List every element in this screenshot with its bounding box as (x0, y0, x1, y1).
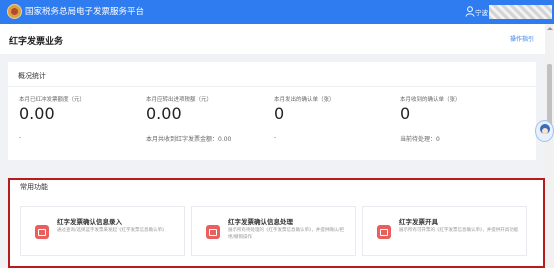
page-scrollbar[interactable] (545, 24, 554, 268)
tile-red-invoice-entry[interactable]: 红字发票确认信息录入 通过查询/选择蓝字发票来发起《红字发票信息确认单》 (20, 206, 185, 256)
stat-sent-confirmations: 本月发出的确认单（张） 0 - (274, 95, 399, 141)
overview-title: 概况统计 (18, 72, 46, 80)
common-functions-title: 常用功能 (20, 183, 48, 191)
user-icon[interactable] (465, 6, 475, 17)
divider (8, 86, 536, 87)
stat-received-confirmations: 本月收到的确认单（张） 0 当前待处理：0 (400, 95, 525, 143)
stat-label: 本月已红冲发票额度（元） (19, 97, 86, 103)
page-title: 红字发票业务 (9, 37, 64, 47)
stat-label: 本月应转出进项税额（元） (146, 97, 213, 103)
tax-bureau-logo (7, 4, 22, 19)
stat-value: 0.00 (19, 104, 55, 123)
stat-red-invoice-amount: 本月已红冲发票额度（元） 0.00 - (19, 95, 144, 141)
tile-red-invoice-issue[interactable]: 红字发票开具 展示所有可开票的《红字发票信息确认单》，并提供开具功能 (362, 206, 527, 256)
scroll-up-arrow-icon[interactable] (547, 27, 553, 30)
tile-desc: 展示所有待处理的《红字发票信息确认单》，并提供确认/拒绝/撤销操作 (228, 228, 345, 240)
stat-label: 本月发出的确认单（张） (274, 97, 335, 103)
invoice-process-icon (206, 225, 220, 239)
user-name[interactable]: 宁波 (475, 7, 488, 17)
stat-sub: - (19, 134, 22, 141)
redacted-user-info (489, 5, 552, 19)
stat-input-tax-transfer: 本月应转出进项税额（元） 0.00 本月共收到红字发票金额：0.00 (146, 95, 271, 143)
invoice-entry-icon (35, 225, 49, 239)
stat-sub: - (274, 134, 277, 141)
page-header: 红字发票业务 操作指引 (0, 24, 545, 54)
tile-desc: 通过查询/选择蓝字发票来发起《红字发票信息确认单》 (57, 228, 167, 233)
operation-guide-link[interactable]: 操作指引 (510, 34, 534, 43)
tile-desc: 展示所有可开票的《红字发票信息确认单》，并提供开具功能 (399, 228, 519, 233)
stat-value: 0.00 (146, 104, 182, 123)
tile-red-invoice-process[interactable]: 红字发票确认信息处理 展示所有待处理的《红字发票信息确认单》，并提供确认/拒绝/… (191, 206, 356, 256)
tile-title: 红字发票确认信息处理 (228, 218, 293, 226)
stat-value: 0 (400, 104, 411, 123)
assistant-avatar-icon[interactable] (535, 120, 554, 142)
stat-sub: 本月共收到红字发票金额：0.00 (146, 136, 232, 143)
invoice-issue-icon (377, 225, 391, 239)
common-functions-card: 常用功能 红字发票确认信息录入 通过查询/选择蓝字发票来发起《红字发票信息确认单… (8, 178, 545, 268)
stat-value: 0 (274, 104, 285, 123)
top-bar: 国家税务总局电子发票服务平台 宁波 (0, 0, 554, 24)
app-title: 国家税务总局电子发票服务平台 (25, 7, 145, 17)
tile-title: 红字发票开具 (399, 218, 438, 226)
overview-card: 概况统计 本月已红冲发票额度（元） 0.00 - 本月应转出进项税额（元） 0.… (8, 62, 536, 160)
tile-title: 红字发票确认信息录入 (57, 218, 122, 226)
stat-sub: 当前待处理：0 (400, 136, 440, 143)
stat-label: 本月收到的确认单（张） (400, 97, 461, 103)
